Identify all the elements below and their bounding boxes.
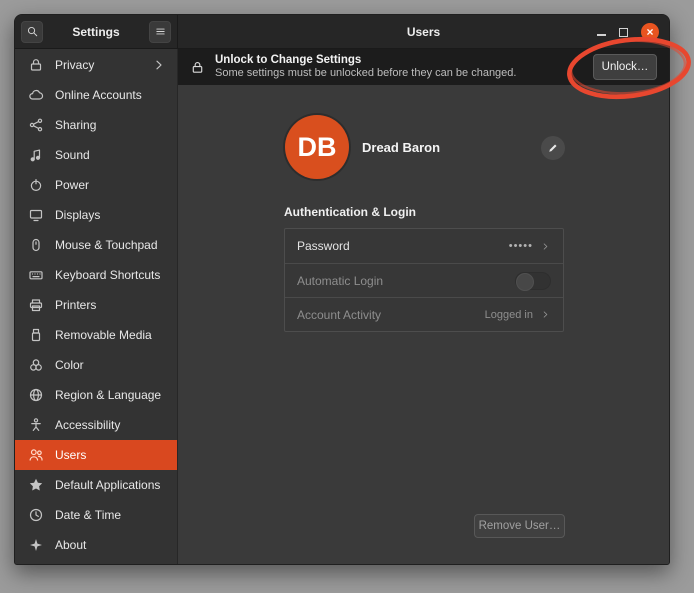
- sidebar-item-printers[interactable]: Printers: [15, 290, 177, 320]
- password-label: Password: [297, 239, 350, 253]
- account-activity-value: Logged in: [485, 309, 533, 321]
- account-activity-row[interactable]: Account Activity Logged in: [285, 297, 563, 331]
- sidebar-item-privacy[interactable]: Privacy: [15, 50, 177, 80]
- pencil-icon: [547, 142, 559, 154]
- sidebar-item-label: Sharing: [55, 118, 96, 132]
- sidebar-item-label: Default Applications: [55, 478, 160, 492]
- sidebar-item-color[interactable]: Color: [15, 350, 177, 380]
- clock-icon: [28, 507, 44, 523]
- sidebar-header: Settings: [15, 15, 178, 48]
- color-icon: [28, 357, 44, 373]
- sidebar-item-displays[interactable]: Displays: [15, 200, 177, 230]
- sidebar: Privacy Online Accounts Sharing Sound: [15, 49, 178, 565]
- sidebar-item-label: Keyboard Shortcuts: [55, 268, 160, 282]
- sidebar-item-label: Printers: [55, 298, 96, 312]
- password-row[interactable]: Password •••••: [285, 229, 563, 263]
- sidebar-item-power[interactable]: Power: [15, 170, 177, 200]
- drive-icon: [28, 327, 44, 343]
- unlock-banner-text: Unlock to Change Settings Some settings …: [215, 53, 516, 81]
- remove-user-button[interactable]: Remove User…: [474, 514, 565, 538]
- sidebar-item-label: Users: [55, 448, 86, 462]
- sidebar-item-users[interactable]: Users: [15, 440, 177, 470]
- sidebar-item-about[interactable]: About: [15, 530, 177, 560]
- settings-window: Settings Users × Privacy: [14, 14, 670, 565]
- password-value: •••••: [509, 240, 533, 252]
- sidebar-item-accessibility[interactable]: Accessibility: [15, 410, 177, 440]
- titlebar: Settings Users ×: [15, 15, 669, 49]
- sidebar-item-label: Removable Media: [55, 328, 152, 342]
- app-title: Settings: [72, 25, 119, 39]
- sidebar-item-label: Power: [55, 178, 89, 192]
- printer-icon: [28, 297, 44, 313]
- power-icon: [28, 177, 44, 193]
- chevron-right-icon: [151, 57, 167, 73]
- sidebar-item-keyboard-shortcuts[interactable]: Keyboard Shortcuts: [15, 260, 177, 290]
- sidebar-item-label: Privacy: [55, 58, 94, 72]
- sidebar-item-label: Accessibility: [55, 418, 120, 432]
- automatic-login-label: Automatic Login: [297, 274, 383, 288]
- hamburger-menu-icon: [154, 25, 167, 38]
- users-content: DB Dread Baron Authentication & Login Pa…: [178, 85, 669, 565]
- share-icon: [28, 117, 44, 133]
- automatic-login-toggle[interactable]: [515, 272, 551, 290]
- avatar[interactable]: DB: [285, 115, 349, 179]
- main-header: Users ×: [178, 15, 669, 48]
- star-icon: [28, 477, 44, 493]
- edit-name-button[interactable]: [541, 136, 565, 160]
- sidebar-item-sound[interactable]: Sound: [15, 140, 177, 170]
- lock-icon: [190, 60, 205, 75]
- close-icon[interactable]: ×: [641, 23, 659, 41]
- account-activity-label: Account Activity: [297, 308, 381, 322]
- search-button[interactable]: [21, 21, 43, 43]
- window-controls: ×: [597, 15, 659, 49]
- users-panel: Unlock to Change Settings Some settings …: [178, 49, 669, 565]
- unlock-banner-subtitle: Some settings must be unlocked before th…: [215, 67, 516, 81]
- sidebar-item-label: Sound: [55, 148, 90, 162]
- lock-icon: [28, 57, 44, 73]
- unlock-banner-title: Unlock to Change Settings: [215, 53, 516, 67]
- sidebar-item-sharing[interactable]: Sharing: [15, 110, 177, 140]
- sidebar-item-label: About: [55, 538, 86, 552]
- sidebar-item-default-applications[interactable]: Default Applications: [15, 470, 177, 500]
- chevron-right-icon: [540, 309, 551, 320]
- globe-icon: [28, 387, 44, 403]
- users-icon: [28, 447, 44, 463]
- sidebar-item-date-time[interactable]: Date & Time: [15, 500, 177, 530]
- sidebar-item-label: Mouse & Touchpad: [55, 238, 158, 252]
- sidebar-item-label: Date & Time: [55, 508, 121, 522]
- sidebar-item-region-language[interactable]: Region & Language: [15, 380, 177, 410]
- mouse-icon: [28, 237, 44, 253]
- panel-title: Users: [407, 25, 440, 39]
- auth-settings-list: Password ••••• Automatic Login: [284, 228, 564, 332]
- unlock-button[interactable]: Unlock…: [593, 54, 657, 80]
- keyboard-icon: [28, 267, 44, 283]
- sidebar-item-label: Color: [55, 358, 84, 372]
- sidebar-item-label: Region & Language: [55, 388, 161, 402]
- unlock-banner: Unlock to Change Settings Some settings …: [178, 49, 669, 85]
- menu-button[interactable]: [149, 21, 171, 43]
- user-name: Dread Baron: [362, 140, 440, 155]
- display-icon: [28, 207, 44, 223]
- maximize-icon[interactable]: [619, 28, 628, 37]
- person-icon: [28, 417, 44, 433]
- search-icon: [26, 25, 39, 38]
- sidebar-item-label: Displays: [55, 208, 100, 222]
- sparkle-icon: [28, 537, 44, 553]
- chevron-right-icon: [540, 241, 551, 252]
- auth-section-title: Authentication & Login: [284, 205, 416, 219]
- minimize-icon[interactable]: [597, 34, 606, 36]
- sidebar-item-label: Online Accounts: [55, 88, 142, 102]
- music-note-icon: [28, 147, 44, 163]
- sidebar-item-mouse-touchpad[interactable]: Mouse & Touchpad: [15, 230, 177, 260]
- sidebar-item-removable-media[interactable]: Removable Media: [15, 320, 177, 350]
- cloud-icon: [28, 87, 44, 103]
- sidebar-item-online-accounts[interactable]: Online Accounts: [15, 80, 177, 110]
- automatic-login-row: Automatic Login: [285, 263, 563, 297]
- desktop-background: Settings Users × Privacy: [0, 0, 694, 593]
